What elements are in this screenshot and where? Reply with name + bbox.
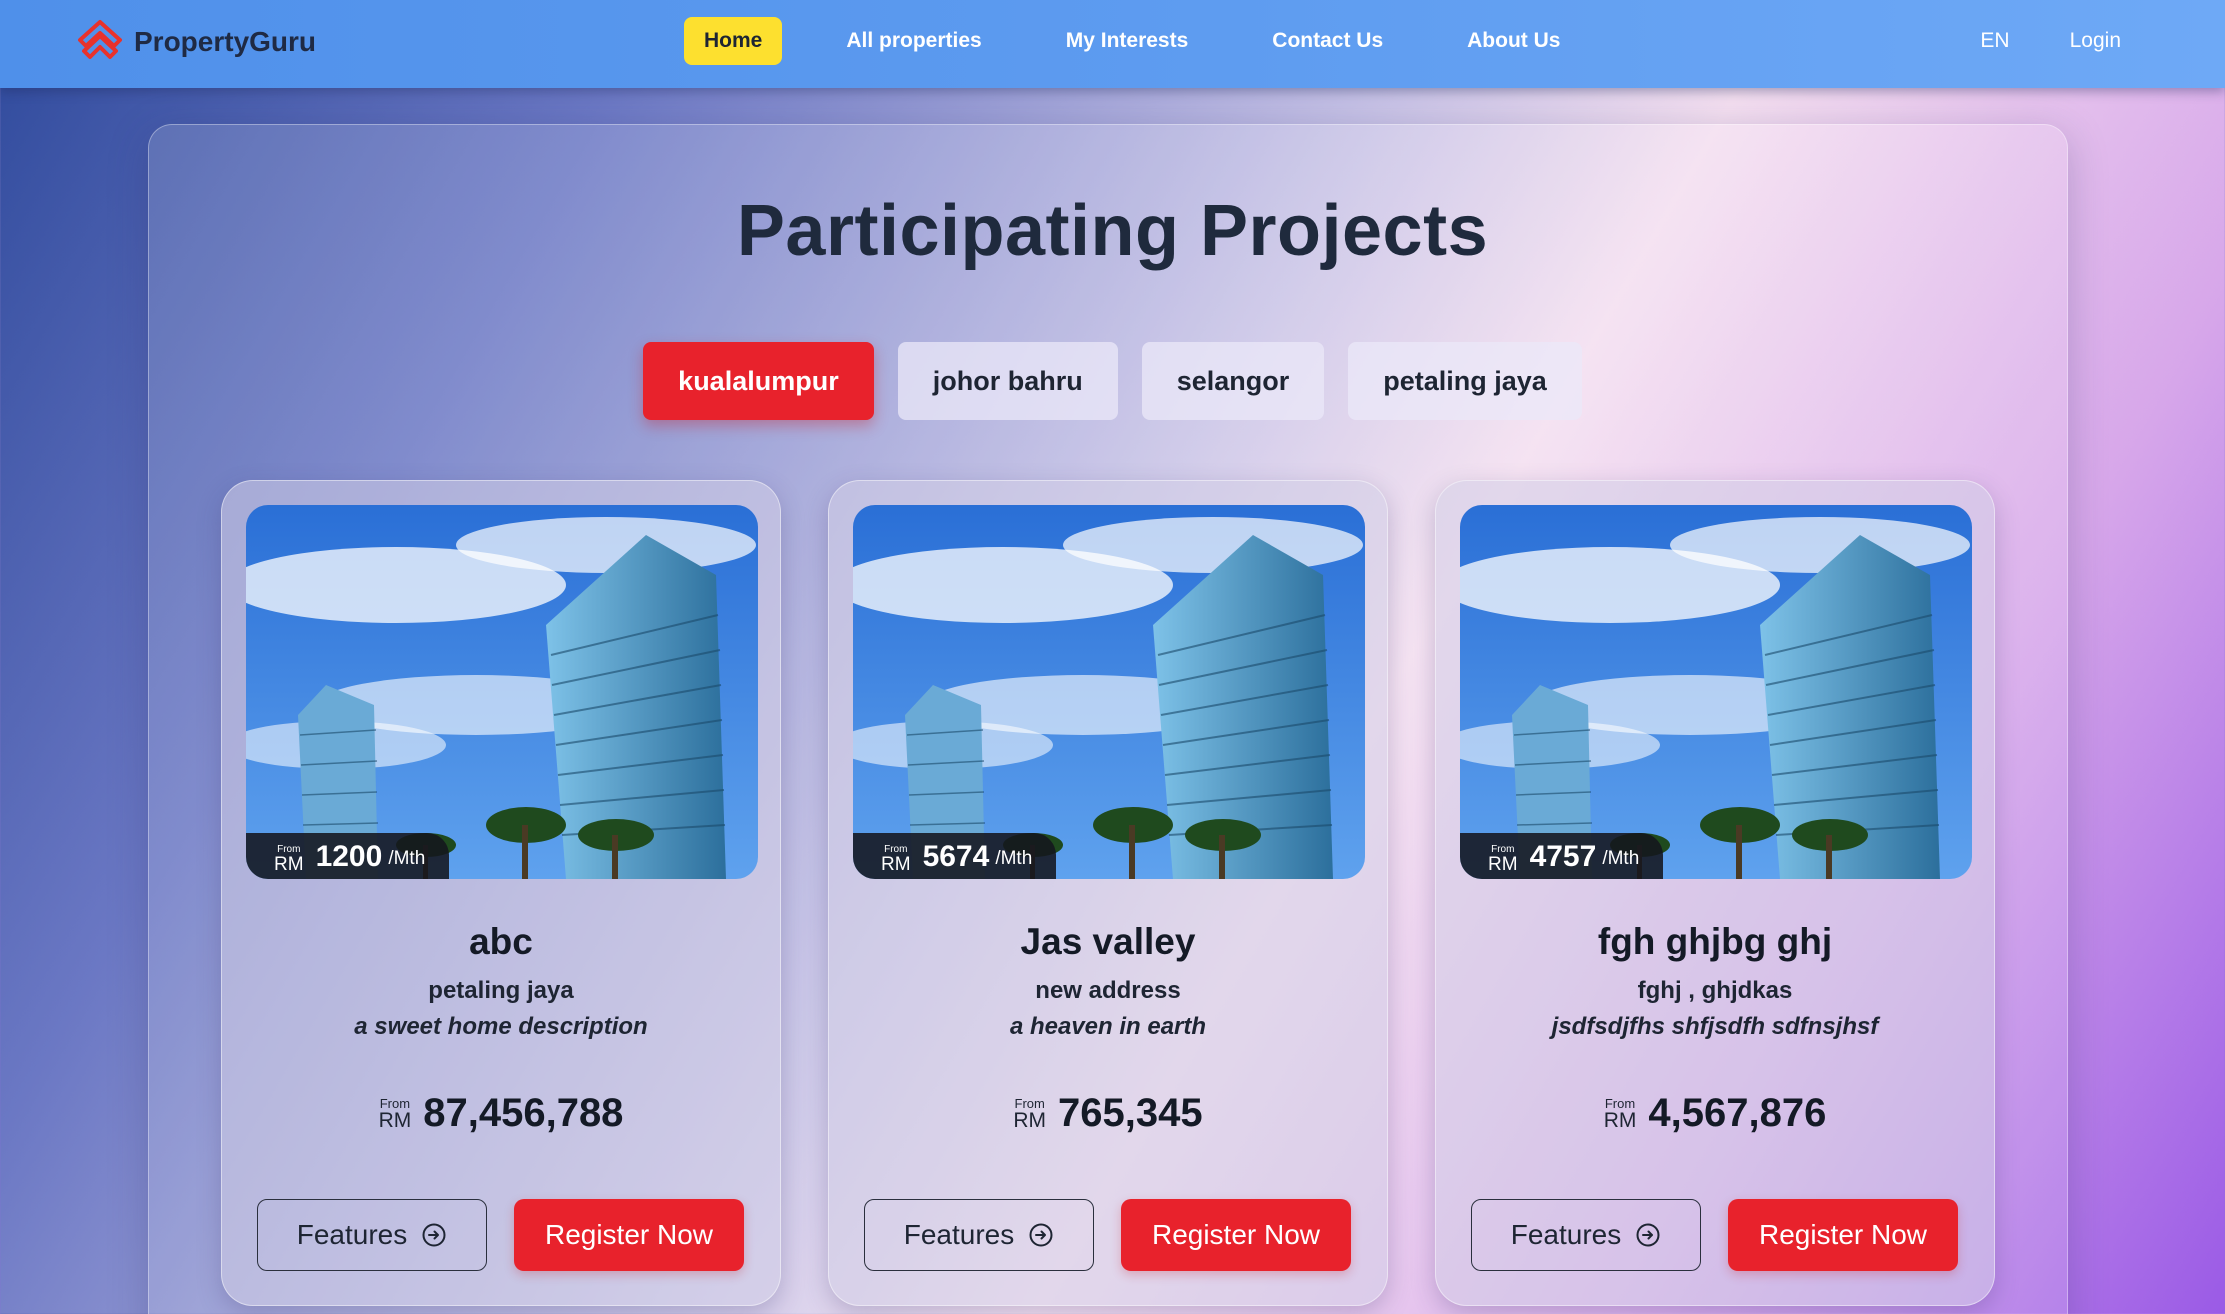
project-name: fgh ghjbg ghj xyxy=(1597,921,1833,962)
project-price: From RM 87,456,788 xyxy=(222,1091,780,1135)
register-now-button[interactable]: Register Now xyxy=(514,1199,744,1271)
project-price: From RM 4,567,876 xyxy=(1436,1091,1994,1135)
price-currency: RM xyxy=(1013,1109,1047,1132)
features-button-label: Features xyxy=(903,1219,1015,1250)
page-title: Participating Projects xyxy=(736,191,1489,271)
monthly-price-unit: From RM xyxy=(1488,845,1518,875)
monthly-unit: /Mth xyxy=(1602,848,1640,869)
register-now-button[interactable]: Register Now xyxy=(1728,1199,1958,1271)
project-card[interactable]: From RM 5674 /Mth Jas valley new address… xyxy=(828,480,1388,1306)
monthly-unit: /Mth xyxy=(388,848,426,869)
filter-petaling-jaya[interactable]: petaling jaya xyxy=(1348,342,1582,420)
nav-link-my-interests[interactable]: My Interests xyxy=(1046,17,1209,65)
features-button[interactable]: Features xyxy=(257,1199,487,1271)
project-image[interactable]: From RM 4757 /Mth xyxy=(1460,505,1972,879)
project-price: From RM 765,345 xyxy=(829,1091,1387,1135)
monthly-price-value: 4757 xyxy=(1529,840,1597,873)
project-location: fghj , ghjdkas xyxy=(1637,977,1793,1004)
filter-johor-bahru[interactable]: johor bahru xyxy=(897,342,1118,420)
brand-logo[interactable]: PropertyGuru xyxy=(74,14,316,70)
project-description: jsdfsdjfhs shfjsdfh sdfnsjhsf xyxy=(1551,1013,1879,1040)
monthly-unit: /Mth xyxy=(995,848,1033,869)
project-card[interactable]: From RM 1200 /Mth abc petaling jaya a sw… xyxy=(221,480,781,1306)
arrow-circle-right-icon xyxy=(422,1223,446,1247)
register-now-button[interactable]: Register Now xyxy=(1121,1199,1351,1271)
login-link[interactable]: Login xyxy=(2070,29,2121,53)
monthly-currency: RM xyxy=(881,854,911,875)
building-photo xyxy=(853,505,1365,879)
nav-link-all-properties[interactable]: All properties xyxy=(826,17,1001,65)
location-filters: kualalumpur johor bahru selangor petalin… xyxy=(0,342,2225,420)
price-value: 765,345 xyxy=(1058,1091,1203,1135)
price-currency: RM xyxy=(378,1109,412,1132)
features-button-label: Features xyxy=(1510,1219,1622,1250)
price-unit: From RM xyxy=(1604,1097,1637,1135)
price-currency: RM xyxy=(1603,1109,1637,1132)
price-value: 4,567,876 xyxy=(1648,1091,1827,1135)
price-unit: From RM xyxy=(1013,1097,1046,1135)
project-name: Jas valley xyxy=(1020,921,1196,962)
language-selector[interactable]: EN xyxy=(1980,29,2009,53)
project-image[interactable]: From RM 5674 /Mth xyxy=(853,505,1365,879)
project-location: petaling jaya xyxy=(428,977,574,1004)
building-photo xyxy=(246,505,758,879)
monthly-price-tag: From RM 4757 /Mth xyxy=(1460,833,1664,879)
monthly-price-value: 1200 xyxy=(315,840,383,873)
price-value: 87,456,788 xyxy=(423,1091,624,1135)
project-card[interactable]: From RM 4757 /Mth fgh ghjbg ghj fghj , g… xyxy=(1435,480,1995,1306)
arrow-circle-right-icon xyxy=(1029,1223,1053,1247)
monthly-price-tag: From RM 5674 /Mth xyxy=(853,833,1057,879)
project-location: new address xyxy=(1035,977,1181,1004)
monthly-currency: RM xyxy=(274,854,304,875)
price-unit: From RM xyxy=(379,1097,412,1135)
arrow-circle-right-icon xyxy=(1636,1223,1660,1247)
project-description: a heaven in earth xyxy=(1009,1013,1207,1040)
features-button[interactable]: Features xyxy=(864,1199,1094,1271)
nav-right: EN Login xyxy=(1980,17,2121,65)
propertyguru-logo-icon xyxy=(78,20,122,59)
nav-links: Home All properties My Interests Contact… xyxy=(684,17,1624,65)
monthly-price-unit: From RM xyxy=(881,845,911,875)
project-image[interactable]: From RM 1200 /Mth xyxy=(246,505,758,879)
monthly-price-unit: From RM xyxy=(274,845,304,875)
building-photo xyxy=(1460,505,1972,879)
features-button[interactable]: Features xyxy=(1471,1199,1701,1271)
nav-link-contact-us[interactable]: Contact Us xyxy=(1252,17,1403,65)
monthly-price-value: 5674 xyxy=(922,840,990,873)
filter-selangor[interactable]: selangor xyxy=(1141,342,1325,420)
nav-link-about-us[interactable]: About Us xyxy=(1447,17,1580,65)
project-description: a sweet home description xyxy=(354,1013,648,1040)
project-name: abc xyxy=(469,921,533,962)
nav-link-home[interactable]: Home xyxy=(684,17,783,65)
filter-kualalumpur[interactable]: kualalumpur xyxy=(643,342,874,420)
features-button-label: Features xyxy=(296,1219,408,1250)
monthly-currency: RM xyxy=(1488,854,1518,875)
brand-name: PropertyGuru xyxy=(134,26,317,57)
monthly-price-tag: From RM 1200 /Mth xyxy=(246,833,450,879)
top-navbar: PropertyGuru Home All properties My Inte… xyxy=(0,0,2225,88)
